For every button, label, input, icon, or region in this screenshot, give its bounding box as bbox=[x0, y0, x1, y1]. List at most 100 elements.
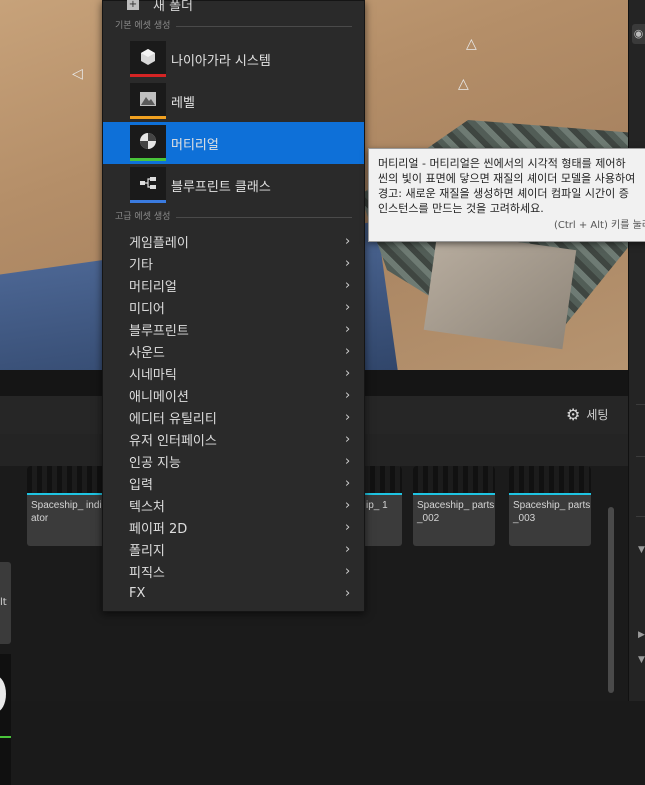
menu-item-niagara-system[interactable]: 나이아가라 시스템 bbox=[103, 38, 364, 80]
tooltip-text-line: 경고: 새로운 재질을 생성하면 셰이더 컴파일 시간이 증 bbox=[378, 187, 629, 200]
settings-button[interactable]: ⚙ 세팅 bbox=[566, 404, 608, 424]
menu-item-label: 나이아가라 시스템 bbox=[171, 53, 271, 69]
add-asset-context-menu: + 새 폴더 기본 에셋 생성 나이아가라 시스템 레벨 머티리얼 블루프린트 … bbox=[102, 0, 365, 612]
submenu-blueprint[interactable]: 블루프린트 › bbox=[103, 318, 364, 340]
submenu-label: FX bbox=[129, 585, 146, 601]
asset-thumbnail bbox=[0, 676, 6, 712]
gear-icon: ⚙ bbox=[566, 404, 581, 424]
viewport-panel-mesh bbox=[423, 230, 577, 350]
submenu-label: 폴리지 bbox=[129, 543, 165, 559]
submenu-sound[interactable]: 사운드 › bbox=[103, 340, 364, 362]
submenu-fx[interactable]: FX › bbox=[103, 582, 364, 604]
submenu-label: 텍스처 bbox=[129, 499, 165, 515]
submenu-paper-2d[interactable]: 페이퍼 2D › bbox=[103, 516, 364, 538]
submenu-material[interactable]: 머티리얼 › bbox=[103, 274, 364, 296]
level-icon bbox=[130, 83, 166, 119]
chevron-right-icon: › bbox=[345, 563, 351, 579]
menu-item-label: 레벨 bbox=[171, 95, 195, 111]
submenu-misc[interactable]: 기타 › bbox=[103, 252, 364, 274]
asset-tile[interactable]: lt bbox=[0, 562, 11, 644]
menu-item-level[interactable]: 레벨 bbox=[103, 80, 364, 122]
chevron-right-icon: › bbox=[345, 255, 351, 271]
expand-arrow-icon[interactable]: ▼ bbox=[638, 545, 645, 555]
submenu-media[interactable]: 미디어 › bbox=[103, 296, 364, 318]
chevron-right-icon: › bbox=[345, 497, 351, 513]
settings-label: 세팅 bbox=[586, 407, 609, 422]
asset-tile[interactable]: Spaceship_ indicator bbox=[27, 466, 109, 546]
submenu-label: 사운드 bbox=[129, 345, 165, 361]
viewport-debris-marker: ◁ bbox=[72, 66, 83, 82]
submenu-animation[interactable]: 애니메이션 › bbox=[103, 384, 364, 406]
chevron-right-icon: › bbox=[345, 365, 351, 381]
menu-item-material[interactable]: 머티리얼 bbox=[103, 122, 364, 164]
chevron-right-icon: › bbox=[345, 299, 351, 315]
eye-icon[interactable]: ◉ bbox=[632, 24, 645, 44]
asset-thumbnail bbox=[509, 466, 591, 493]
asset-tile[interactable]: Spaceship_ parts_003 bbox=[509, 466, 591, 546]
new-folder-menu-item[interactable]: + 새 폴더 bbox=[127, 0, 193, 14]
chevron-right-icon: › bbox=[345, 541, 351, 557]
asset-thumbnail bbox=[413, 466, 495, 493]
chevron-right-icon: › bbox=[345, 409, 351, 425]
material-icon bbox=[130, 125, 166, 161]
submenu-label: 머티리얼 bbox=[129, 279, 177, 295]
expand-arrow-icon[interactable]: ▼ bbox=[638, 655, 645, 665]
submenu-user-interface[interactable]: 유저 인터페이스 › bbox=[103, 428, 364, 450]
asset-type-bar bbox=[509, 493, 591, 495]
chevron-right-icon: › bbox=[345, 277, 351, 293]
niagara-system-icon bbox=[130, 41, 166, 77]
chevron-right-icon: › bbox=[345, 321, 351, 337]
submenu-input[interactable]: 입력 › bbox=[103, 472, 364, 494]
advanced-asset-section-header: 고급 에셋 생성 bbox=[115, 211, 352, 223]
asset-type-bar bbox=[0, 736, 11, 738]
submenu-label: 기타 bbox=[129, 257, 153, 273]
chevron-right-icon: › bbox=[345, 431, 351, 447]
submenu-label: 페이퍼 2D bbox=[129, 521, 188, 537]
submenu-label: 입력 bbox=[129, 477, 153, 493]
section-header-label: 기본 에셋 생성 bbox=[115, 21, 171, 31]
asset-type-bar bbox=[413, 493, 495, 495]
asset-type-bar bbox=[27, 493, 109, 495]
asset-tile[interactable]: Spaceship_ parts_002 bbox=[413, 466, 495, 546]
asset-name: Spaceship_ parts_003 bbox=[513, 500, 591, 524]
asset-thumbnail bbox=[27, 466, 109, 493]
submenu-label: 시네마틱 bbox=[129, 367, 177, 383]
asset-tile[interactable] bbox=[0, 654, 11, 785]
new-folder-label: 새 폴더 bbox=[153, 0, 194, 14]
tooltip-text-line: 인스턴스를 만드는 것을 고려하세요. bbox=[378, 202, 544, 215]
chevron-right-icon: › bbox=[345, 585, 351, 601]
menu-item-label: 머티리얼 bbox=[171, 137, 219, 153]
asset-name: ip_ 1 bbox=[366, 500, 388, 511]
basic-asset-section-header: 기본 에셋 생성 bbox=[115, 20, 352, 32]
submenu-label: 애니메이션 bbox=[129, 389, 189, 405]
chevron-right-icon: › bbox=[345, 233, 351, 249]
submenu-label: 블루프린트 bbox=[129, 323, 189, 339]
submenu-editor-utility[interactable]: 에디터 유틸리티 › bbox=[103, 406, 364, 428]
submenu-artificial-intelligence[interactable]: 인공 지능 › bbox=[103, 450, 364, 472]
submenu-label: 유저 인터페이스 bbox=[129, 433, 217, 449]
menu-item-label: 블루프린트 클래스 bbox=[171, 179, 271, 195]
section-header-label: 고급 에셋 생성 bbox=[115, 212, 171, 222]
asset-name: Spaceship_ indicator bbox=[31, 500, 107, 524]
blueprint-class-icon bbox=[130, 167, 166, 203]
new-folder-icon: + bbox=[127, 0, 139, 10]
menu-item-blueprint-class[interactable]: 블루프린트 클래스 bbox=[103, 164, 364, 206]
submenu-label: 피직스 bbox=[129, 565, 165, 581]
chevron-right-icon: › bbox=[345, 519, 351, 535]
asset-grid-scrollbar[interactable] bbox=[608, 507, 614, 693]
submenu-cinematic[interactable]: 시네마틱 › bbox=[103, 362, 364, 384]
submenu-label: 에디터 유틸리티 bbox=[129, 411, 217, 427]
chevron-right-icon: › bbox=[345, 387, 351, 403]
collapse-arrow-icon[interactable]: ▶ bbox=[638, 630, 645, 640]
viewport-debris-marker: △ bbox=[466, 36, 477, 52]
submenu-physics[interactable]: 피직스 › bbox=[103, 560, 364, 582]
tooltip-text-line: 씬의 빛이 표면에 닿으면 재질의 셰이더 모델을 사용하여 bbox=[378, 172, 636, 185]
submenu-label: 게임플레이 bbox=[129, 235, 189, 251]
panel-divider bbox=[636, 404, 645, 405]
submenu-texture[interactable]: 텍스처 › bbox=[103, 494, 364, 516]
panel-divider bbox=[636, 516, 645, 517]
submenu-gameplay[interactable]: 게임플레이 › bbox=[103, 230, 364, 252]
chevron-right-icon: › bbox=[345, 475, 351, 491]
submenu-foliage[interactable]: 폴리지 › bbox=[103, 538, 364, 560]
viewport-debris-marker: △ bbox=[458, 76, 469, 92]
